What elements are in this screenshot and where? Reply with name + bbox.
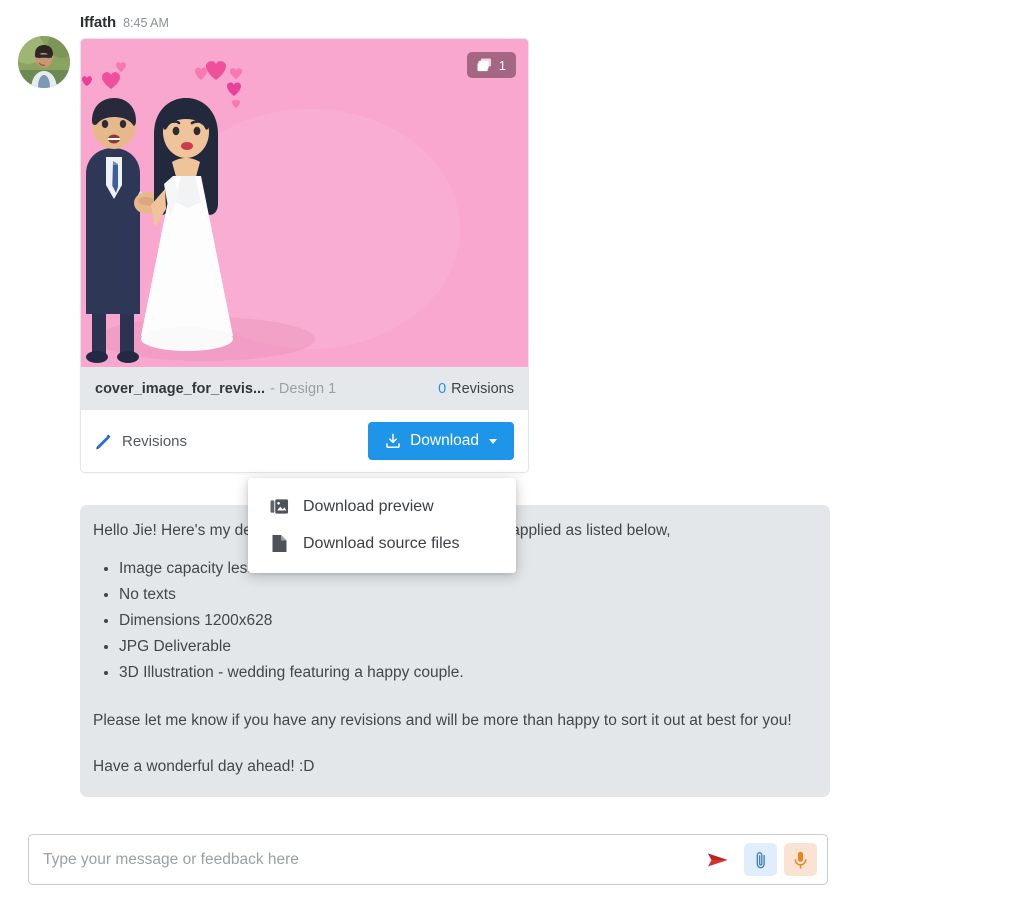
stack-count: 1 bbox=[498, 57, 506, 73]
design-preview-image[interactable]: 1 bbox=[81, 39, 528, 367]
spec-item: Dimensions 1200x628 bbox=[119, 609, 814, 633]
card-action-bar: Revisions Download bbox=[81, 410, 528, 472]
menu-item-download-source-files[interactable]: Download source files bbox=[248, 525, 516, 562]
revisions-counter: 0 Revisions bbox=[438, 381, 514, 397]
attachment-card: 1 cover_image_for_revis... - Design 1 0 … bbox=[80, 38, 529, 473]
spec-list: Image capacity less than 100kb No texts … bbox=[119, 557, 814, 685]
message-header: Iffath 8:45 AM bbox=[80, 14, 169, 31]
image-icon bbox=[270, 498, 289, 516]
download-button[interactable]: Download bbox=[368, 422, 514, 460]
message-signoff: Have a wonderful day ahead! :D bbox=[93, 758, 315, 776]
pencil-icon bbox=[95, 433, 112, 450]
avatar[interactable] bbox=[18, 36, 70, 88]
menu-item-label: Download source files bbox=[303, 534, 460, 552]
author-name: Iffath bbox=[80, 14, 117, 31]
file-name: cover_image_for_revis... bbox=[95, 380, 266, 397]
paperclip-icon bbox=[753, 851, 769, 869]
microphone-icon bbox=[793, 851, 808, 869]
message-closing: Please let me know if you have any revis… bbox=[93, 712, 792, 730]
download-dropdown-menu: Download preview Download source files bbox=[248, 478, 516, 573]
bubble-spacer bbox=[93, 733, 814, 755]
revisions-button[interactable]: Revisions bbox=[95, 433, 187, 450]
send-arrow-icon bbox=[707, 851, 729, 869]
send-button[interactable] bbox=[703, 845, 733, 875]
attach-file-button[interactable] bbox=[744, 843, 777, 876]
menu-item-download-preview[interactable]: Download preview bbox=[248, 489, 516, 525]
caret-down-icon bbox=[489, 438, 497, 444]
menu-item-label: Download preview bbox=[303, 498, 434, 515]
spec-item: JPG Deliverable bbox=[119, 635, 814, 659]
file-icon bbox=[270, 534, 289, 553]
download-icon bbox=[385, 433, 401, 449]
message-input[interactable] bbox=[43, 850, 703, 869]
bubble-spacer bbox=[93, 687, 814, 709]
file-info-strip: cover_image_for_revis... - Design 1 0 Re… bbox=[81, 367, 528, 410]
message-timestamp: 8:45 AM bbox=[123, 16, 169, 30]
design-label: - Design 1 bbox=[270, 380, 337, 397]
revisions-count-label: Revisions bbox=[451, 380, 514, 397]
voice-record-button[interactable] bbox=[784, 843, 817, 876]
revisions-button-label: Revisions bbox=[122, 432, 188, 450]
download-button-label: Download bbox=[410, 432, 479, 449]
chat-message-view: Iffath 8:45 AM 1 cover_image_for_revis..… bbox=[0, 0, 1024, 897]
layers-icon bbox=[477, 58, 492, 72]
stack-count-badge: 1 bbox=[466, 52, 516, 78]
spec-item: No texts bbox=[119, 583, 814, 607]
revisions-count-number: 0 bbox=[438, 380, 447, 397]
message-composer bbox=[28, 834, 828, 885]
spec-item: 3D Illustration - wedding featuring a ha… bbox=[119, 661, 814, 685]
